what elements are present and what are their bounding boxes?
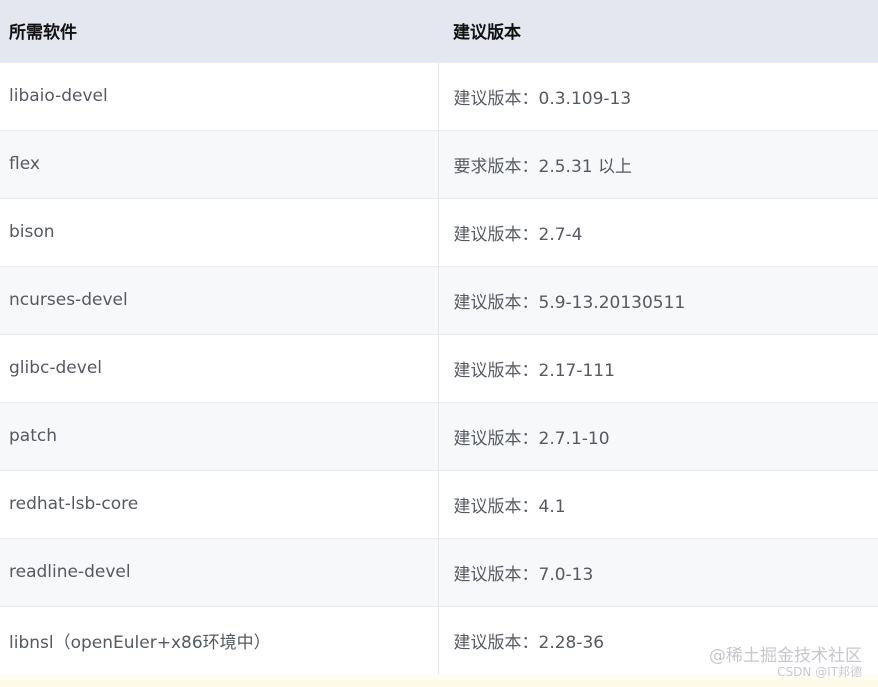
table-row: bison 建议版本：2.7-4 xyxy=(0,197,878,266)
version-text: 建议版本：2.17-111 xyxy=(437,333,878,402)
version-text: 建议版本：0.3.109-13 xyxy=(437,61,878,130)
software-name: redhat-lsb-core xyxy=(0,469,438,538)
table-row: patch 建议版本：2.7.1-10 xyxy=(0,401,878,470)
table-row: glibc-devel 建议版本：2.17-111 xyxy=(0,333,878,402)
table-header-row: 所需软件 建议版本 xyxy=(0,0,878,62)
requirements-table: 所需软件 建议版本 libaio-devel 建议版本：0.3.109-13 f… xyxy=(0,0,878,674)
page: 所需软件 建议版本 libaio-devel 建议版本：0.3.109-13 f… xyxy=(0,0,878,687)
bottom-strip xyxy=(0,680,878,687)
software-name: glibc-devel xyxy=(0,333,438,402)
version-text: 建议版本：2.28-36 xyxy=(437,605,878,674)
table-row: libnsl（openEuler+x86环境中） 建议版本：2.28-36 xyxy=(0,605,878,674)
version-text: 建议版本：2.7-4 xyxy=(437,197,878,266)
software-name: flex xyxy=(0,129,438,198)
version-text: 要求版本：2.5.31 以上 xyxy=(437,129,878,198)
software-name: patch xyxy=(0,401,438,470)
version-text: 建议版本：4.1 xyxy=(437,469,878,538)
version-text: 建议版本：7.0-13 xyxy=(437,537,878,606)
table-row: readline-devel 建议版本：7.0-13 xyxy=(0,537,878,606)
version-text: 建议版本：2.7.1-10 xyxy=(437,401,878,470)
table-row: libaio-devel 建议版本：0.3.109-13 xyxy=(0,61,878,130)
table-row: redhat-lsb-core 建议版本：4.1 xyxy=(0,469,878,538)
table-row: flex 要求版本：2.5.31 以上 xyxy=(0,129,878,198)
header-software: 所需软件 xyxy=(9,23,77,44)
software-name: libnsl（openEuler+x86环境中） xyxy=(0,605,438,674)
table-row: ncurses-devel 建议版本：5.9-13.20130511 xyxy=(0,265,878,334)
version-text: 建议版本：5.9-13.20130511 xyxy=(437,265,878,334)
software-name: libaio-devel xyxy=(0,61,438,130)
software-name: bison xyxy=(0,197,438,266)
header-version: 建议版本 xyxy=(453,23,521,44)
software-name: ncurses-devel xyxy=(0,265,438,334)
software-name: readline-devel xyxy=(0,537,438,606)
